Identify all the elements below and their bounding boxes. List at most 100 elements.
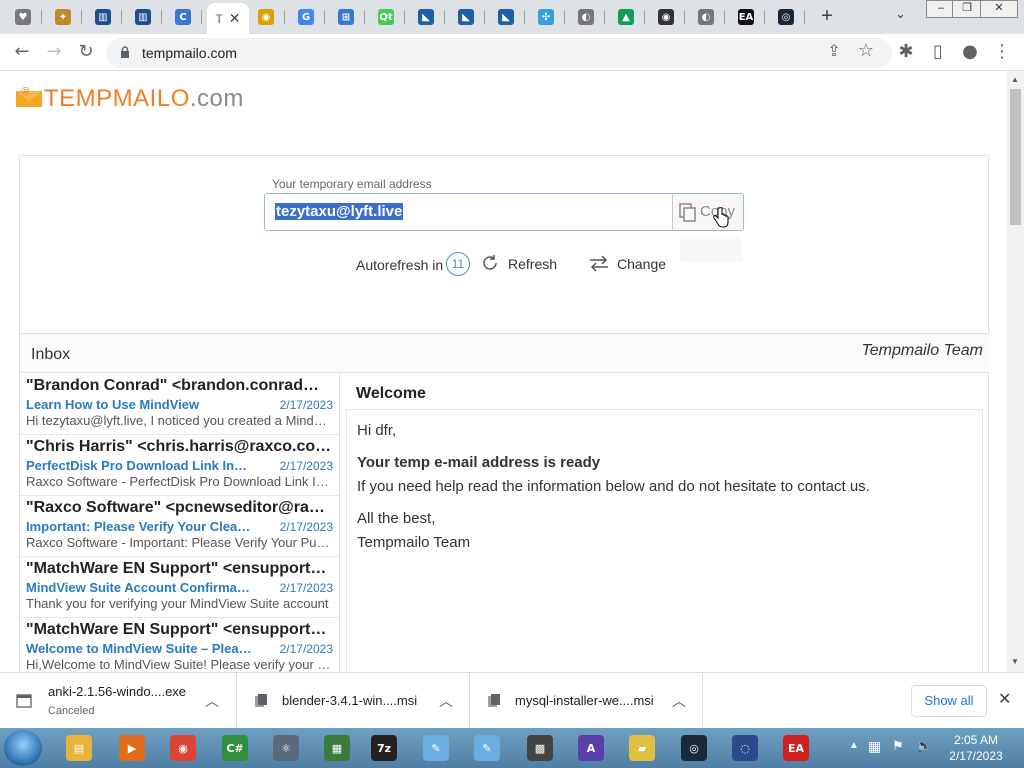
browser-tab[interactable]: Qt (367, 3, 405, 31)
site-logo[interactable]: @ TEMPMAILO.com (16, 85, 244, 113)
browser-tab[interactable]: ◣ (407, 3, 445, 31)
download-item-anki[interactable]: anki-2.1.56-windo....exe Canceled ︿ (0, 673, 237, 729)
taskbar-folder-button[interactable]: ▰ (622, 731, 662, 765)
email-address-value[interactable]: tezytaxu@lyft.live (275, 203, 404, 220)
swap-arrows-icon (590, 255, 608, 272)
browser-tab[interactable]: ◣ (447, 3, 485, 31)
taskbar-7zip-button[interactable]: 7z (364, 731, 404, 765)
reload-button[interactable]: ↻ (74, 41, 98, 65)
scroll-up-arrow-icon[interactable]: ▲ (1011, 75, 1019, 84)
chevron-up-icon[interactable]: ︿ (439, 691, 453, 711)
start-button[interactable] (4, 730, 42, 766)
taskbar-steam-icon: ◎ (681, 735, 707, 761)
extensions-icon[interactable]: ✱ (894, 41, 918, 65)
network-icon[interactable]: ▦ (868, 738, 881, 755)
browser-tab[interactable]: ♥ (4, 3, 42, 31)
autorefresh-label: Autorefresh in (356, 257, 444, 273)
taskbar-ea-button[interactable]: EA (776, 731, 816, 765)
copy-button[interactable]: Copy (672, 194, 743, 230)
browser-tab[interactable]: G (287, 3, 325, 31)
chevron-up-icon[interactable]: ︿ (672, 691, 686, 711)
message-subject-line: Welcome to MindView Suite – Please verif… (26, 641, 252, 656)
message-signoff: All the best, (357, 510, 436, 527)
tab-search-button[interactable]: ⌄ (895, 6, 906, 22)
forward-button[interactable]: → (42, 41, 66, 65)
taskbar-notepad2-icon: ✎ (474, 735, 500, 761)
download-status: Canceled (48, 705, 95, 717)
browser-tab[interactable]: ✣ (527, 3, 565, 31)
taskbar-folder-icon: ▰ (629, 735, 655, 761)
taskbar-explorer-button[interactable]: ▤ (59, 731, 99, 765)
taskbar-steam-button[interactable]: ◎ (674, 731, 714, 765)
browser-tab[interactable]: ▥ (84, 3, 122, 31)
hand-cursor-icon (713, 207, 729, 228)
inbox-message-row[interactable]: "MatchWare EN Support" <ensupport@matchw… (20, 557, 339, 618)
tab-favicon-12-icon: ◣ (458, 9, 474, 25)
side-panel-icon[interactable]: ▯ (926, 41, 950, 65)
chevron-up-icon[interactable]: ︿ (205, 691, 219, 711)
browser-tab[interactable]: ▥ (124, 3, 162, 31)
inbox-message-row[interactable]: "Raxco Software" <pcnewseditor@raxco.com… (20, 496, 339, 557)
taskbar-notepad2-button[interactable]: ✎ (467, 731, 507, 765)
taskbar-media-button[interactable]: ▶ (112, 731, 152, 765)
browser-tab[interactable]: ▲ (607, 3, 645, 31)
browser-tab[interactable]: ◉ (247, 3, 285, 31)
scrollbar-thumb[interactable] (1010, 89, 1021, 225)
tab-separator (804, 10, 805, 24)
page-scrollbar[interactable]: ▲ ▼ (1007, 71, 1024, 672)
browser-tab[interactable]: ✦ (44, 3, 82, 31)
inbox-message-row[interactable]: "MatchWare EN Support" <ensupport@matchw… (20, 618, 339, 672)
taskbar-csharp-button[interactable]: C# (215, 731, 255, 765)
scroll-down-arrow-icon[interactable]: ▼ (1011, 657, 1019, 666)
browser-tab[interactable]: ◉ (647, 3, 685, 31)
close-tab-icon[interactable]: ✕ (229, 10, 241, 27)
active-tab-title: T (215, 11, 223, 26)
taskbar-monitor-button[interactable]: ▦ (317, 731, 357, 765)
taskbar-atom-button[interactable]: ⚛ (266, 731, 306, 765)
message-date: 2/17/2023 (279, 398, 333, 412)
close-download-bar-icon[interactable]: ✕ (998, 689, 1011, 708)
bookmark-star-icon[interactable]: ☆ (854, 40, 878, 64)
download-name: anki-2.1.56-windo....exe (48, 684, 187, 699)
download-item-mysql[interactable]: mysql-installer-we....msi ︿ (470, 673, 703, 729)
inbox-message-row[interactable]: "Brandon Conrad" <brandon.conrad@matchwa… (20, 374, 339, 435)
taskbar-atom-icon: ⚛ (273, 735, 299, 761)
new-tab-button[interactable]: + (815, 5, 839, 29)
tray-expand-icon[interactable]: ▲ (849, 740, 859, 751)
flag-icon[interactable]: ⚑ (892, 738, 904, 754)
browser-tab[interactable]: ◎ (767, 3, 805, 31)
taskbar-chip-button[interactable]: ▩ (520, 731, 560, 765)
taskbar-clock[interactable]: 2:05 AM 2/17/2023 (946, 732, 1006, 764)
address-bar[interactable]: tempmailo.com ⇪ ☆ (106, 38, 892, 68)
window-restore-button[interactable]: ❐ (952, 0, 982, 18)
taskbar-arc-button[interactable]: A (571, 731, 611, 765)
taskbar-notepad1-button[interactable]: ✎ (416, 731, 456, 765)
msi-file-icon (255, 694, 267, 707)
inbox-message-row[interactable]: "Chris Harris" <chris.harris@raxco.com> P… (20, 435, 339, 496)
browser-tab[interactable]: C (164, 3, 202, 31)
taskbar-chrome-button[interactable]: ◉ (163, 731, 203, 765)
envelope-logo-icon: @ (16, 86, 42, 107)
tab-separator (81, 10, 82, 24)
show-all-downloads-button[interactable]: Show all (911, 685, 987, 717)
browser-tab[interactable]: ◐ (687, 3, 725, 31)
email-address-field[interactable]: tezytaxu@lyft.live Copy (264, 193, 744, 231)
share-icon[interactable]: ⇪ (822, 40, 846, 64)
reading-pane-header: Tempmailo Team (340, 333, 989, 373)
browser-tab[interactable]: ◣ (487, 3, 525, 31)
profile-avatar[interactable]: ● (958, 41, 982, 65)
taskbar-media-icon: ▶ (119, 735, 145, 761)
message-subject-line: MindView Suite Account Confirmation (26, 580, 252, 595)
active-tab[interactable]: T ✕ (207, 3, 249, 34)
taskbar-uplay-button[interactable]: ◌ (725, 731, 765, 765)
window-close-button[interactable]: ✕ (980, 0, 1018, 18)
browser-tab[interactable]: ◐ (567, 3, 605, 31)
browser-menu-icon[interactable]: ⋮ (990, 41, 1014, 65)
tab-favicon-17-icon: ◉ (658, 9, 674, 25)
download-item-blender[interactable]: blender-3.4.1-win....msi ︿ (237, 673, 470, 729)
back-button[interactable]: ← (10, 41, 34, 65)
volume-icon[interactable]: 🔈 (916, 738, 932, 754)
browser-tab[interactable]: EA (727, 3, 765, 31)
windows-taskbar: ▤ ▶ ◉ C# ⚛ ▦ 7z ✎ ✎ ▩ A ▰ ◎ ◌ EA ▲ ▦ ⚑ 🔈 2:05 AM 2/17/… (0, 728, 1024, 768)
browser-tab[interactable]: ⊞ (327, 3, 365, 31)
